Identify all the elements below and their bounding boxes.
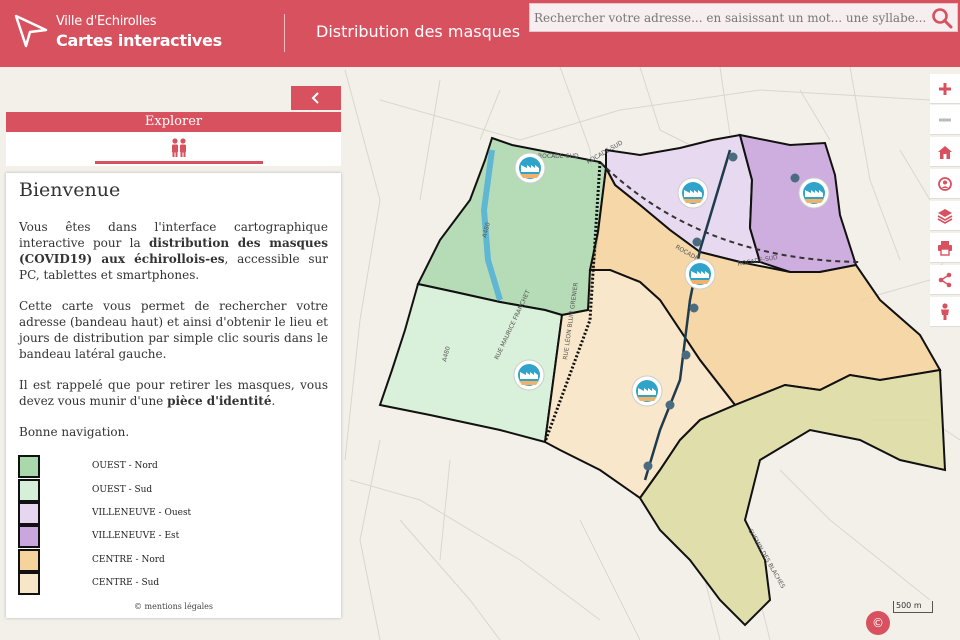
intro-paragraph: Vous êtes dans l'interface cartographiqu…	[19, 220, 328, 282]
distribution-marker[interactable]	[798, 177, 830, 209]
layers-button[interactable]	[930, 201, 960, 231]
street-label: ROCADE-SUD	[538, 153, 579, 160]
id-paragraph: Il est rappelé que pour retirer les masq…	[19, 378, 328, 408]
distribution-marker[interactable]	[677, 177, 709, 209]
legend-item: CENTRE - Nord	[18, 549, 318, 572]
collapse-sidebar-button[interactable]	[291, 86, 341, 110]
legend-swatch	[18, 572, 40, 595]
usage-paragraph: Cette carte vous permet de rechercher vo…	[19, 299, 328, 361]
print-button[interactable]	[930, 233, 960, 263]
legal-mentions-link[interactable]: © mentions légales	[6, 602, 341, 611]
app-header: Ville d'Echirolles Cartes interactives D…	[0, 0, 960, 67]
legend-item: VILLENEUVE - Ouest	[18, 502, 318, 525]
legend-swatch	[18, 479, 40, 502]
closing-paragraph: Bonne navigation.	[19, 425, 130, 439]
brand-city: Ville d'Echirolles	[56, 14, 157, 29]
legend-swatch	[18, 525, 40, 548]
share-button[interactable]	[930, 265, 960, 295]
zone-villeneuve-est[interactable]	[738, 133, 858, 273]
zoom-out-button[interactable]	[930, 105, 960, 135]
brand-title: Cartes interactives	[56, 31, 222, 50]
panel-heading: Bienvenue	[19, 179, 121, 201]
search-bar	[529, 3, 958, 32]
distribution-marker[interactable]	[514, 152, 546, 184]
distribution-marker[interactable]	[513, 359, 545, 391]
person-icon	[941, 302, 949, 320]
locate-button[interactable]	[930, 169, 960, 199]
legend-swatch	[18, 502, 40, 525]
search-icon[interactable]	[931, 7, 953, 29]
attribution-button[interactable]: ©	[866, 611, 890, 635]
home-icon	[938, 145, 952, 159]
print-icon	[938, 240, 952, 256]
legend-item: OUEST - Nord	[18, 455, 318, 478]
paper-plane-icon	[14, 14, 48, 48]
welcome-panel: Bienvenue Vous êtes dans l'interface car…	[6, 173, 341, 618]
minus-icon	[939, 118, 951, 121]
tab-explorer[interactable]: Explorer	[6, 112, 341, 132]
share-icon	[938, 272, 952, 287]
header-divider	[284, 14, 285, 52]
legend-item: CENTRE - Sud	[18, 572, 318, 595]
legend-swatch	[18, 549, 40, 572]
zoom-in-button[interactable]	[930, 74, 960, 104]
legend-item: VILLENEUVE - Est	[18, 525, 318, 548]
plus-icon	[939, 82, 951, 95]
scale-bar: 500 m	[893, 601, 933, 613]
page-title: Distribution des masques	[316, 22, 521, 41]
locate-icon	[938, 176, 952, 191]
layers-icon	[937, 208, 953, 224]
home-button[interactable]	[930, 137, 960, 167]
street-view-button[interactable]	[930, 297, 960, 327]
chevron-left-icon	[311, 92, 319, 104]
tab-people[interactable]	[95, 132, 263, 164]
search-input[interactable]	[530, 4, 925, 31]
distribution-marker[interactable]	[684, 258, 716, 290]
legend-item: OUEST - Sud	[18, 479, 318, 502]
legend-swatch	[18, 455, 40, 478]
distribution-marker[interactable]	[631, 375, 663, 407]
sidebar-tab-bar	[6, 132, 341, 166]
people-icon	[172, 137, 186, 157]
